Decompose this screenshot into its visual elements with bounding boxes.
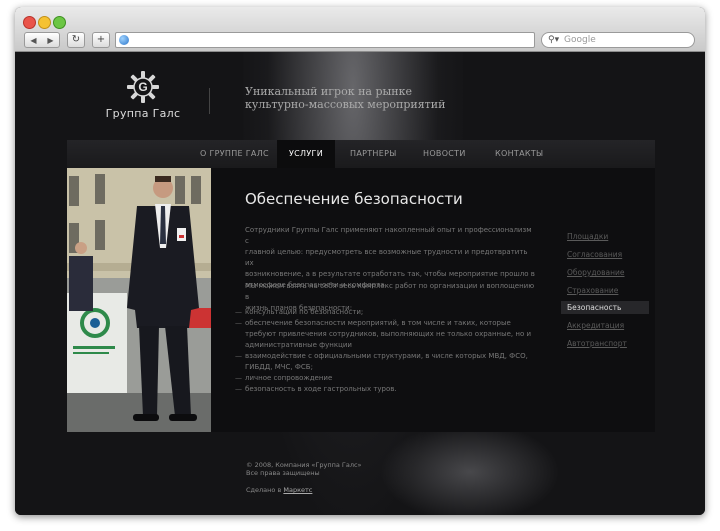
sidebar-item-approvals[interactable]: Согласования: [567, 250, 622, 259]
footer-copyright: © 2008, Компания «Группа Галс» Все права…: [246, 461, 362, 477]
main-menu: О ГРУППЕ ГАЛС УСЛУГИ ПАРТНЕРЫ НОВОСТИ КО…: [67, 140, 655, 169]
logo-name: Группа Галс: [105, 107, 181, 120]
paragraph-line: возникновение, а в результате отработать…: [245, 270, 535, 278]
list-item: — взаимодействие с официальными структура…: [235, 352, 528, 371]
search-field[interactable]: ⚲▾ Google: [541, 32, 695, 48]
rights-text: Все права защищены: [246, 469, 320, 477]
address-bar[interactable]: [115, 32, 535, 48]
made-in-label: Сделано в: [246, 486, 282, 494]
sidebar-item-accreditation[interactable]: Аккредитация: [567, 321, 624, 330]
menu-item-partners[interactable]: ПАРТНЕРЫ: [350, 140, 410, 168]
list-item: — безопасность в ходе гастрольных туров.: [235, 385, 397, 393]
copyright-text: © 2008, Компания «Группа Галс»: [246, 461, 362, 469]
forward-arrow-icon[interactable]: ▶: [47, 36, 53, 45]
site-tagline: Уникальный игрок на рынке культурно-масс…: [245, 85, 445, 111]
browser-toolbar: ◀ ▶ ↻ + ⚲▾ Google: [15, 7, 705, 52]
logo-letter: G: [138, 80, 147, 94]
add-bookmark-button[interactable]: +: [92, 32, 110, 48]
security-guard-photo: [67, 168, 211, 432]
sidebar-item-insurance[interactable]: Страхование: [567, 286, 618, 295]
developer-link[interactable]: Маркетс: [283, 486, 312, 494]
sidebar-item-transport[interactable]: Автотранспорт: [567, 339, 627, 348]
main-content: Обеспечение безопасности Сотрудники Груп…: [211, 168, 655, 432]
tagline-line-1: Уникальный игрок на рынке: [245, 85, 412, 98]
paragraph-line: главной целью: предусмотреть все возможн…: [245, 248, 528, 267]
logo-emblem-icon: G: [127, 71, 159, 103]
menu-item-contacts[interactable]: КОНТАКТЫ: [495, 140, 555, 168]
sidebar-item-equipment[interactable]: Оборудование: [567, 268, 625, 277]
list-item: — личное сопровождение: [235, 374, 333, 382]
paragraph-line: Сотрудники Группы Галс применяют накопле…: [245, 226, 532, 245]
sidebar-item-venues[interactable]: Площадки: [567, 232, 608, 241]
list-item: — консультации по безопасности;: [235, 308, 364, 316]
sidebar-item-security[interactable]: Безопасность: [561, 301, 649, 314]
browser-window: ◀ ▶ ↻ + ⚲▾ Google G Группа Галс Уникальн…: [15, 7, 705, 515]
back-forward-group: ◀ ▶: [24, 32, 60, 48]
site-logo[interactable]: G Группа Галс: [103, 70, 183, 130]
back-arrow-icon[interactable]: ◀: [30, 36, 36, 45]
reload-button[interactable]: ↻: [67, 32, 85, 48]
tagline-line-2: культурно-массовых мероприятий: [245, 98, 446, 111]
page-title: Обеспечение безопасности: [245, 190, 463, 208]
search-icon: ⚲▾: [548, 35, 560, 45]
footer-credits: Сделано в Маркетс: [246, 486, 312, 494]
header-divider: [209, 88, 210, 114]
zoom-window-button[interactable]: [53, 16, 66, 29]
background-sheen-bottom: [380, 422, 560, 515]
menu-item-about[interactable]: О ГРУППЕ ГАЛС: [195, 140, 270, 168]
services-list: — консультации по безопасности; — обеспече…: [235, 307, 535, 395]
list-item: — обеспечение безопасности мероприятий, в…: [235, 319, 532, 349]
search-placeholder: Google: [564, 35, 596, 45]
menu-item-news[interactable]: НОВОСТИ: [423, 140, 483, 168]
menu-item-services[interactable]: УСЛУГИ: [277, 140, 335, 168]
paragraph-line: Мы можем взять на себя весь комплекс раб…: [245, 282, 535, 301]
close-window-button[interactable]: [23, 16, 36, 29]
page-content: G Группа Галс Уникальный игрок на рынке …: [15, 52, 705, 515]
minimize-window-button[interactable]: [38, 16, 51, 29]
globe-icon: [119, 35, 129, 45]
